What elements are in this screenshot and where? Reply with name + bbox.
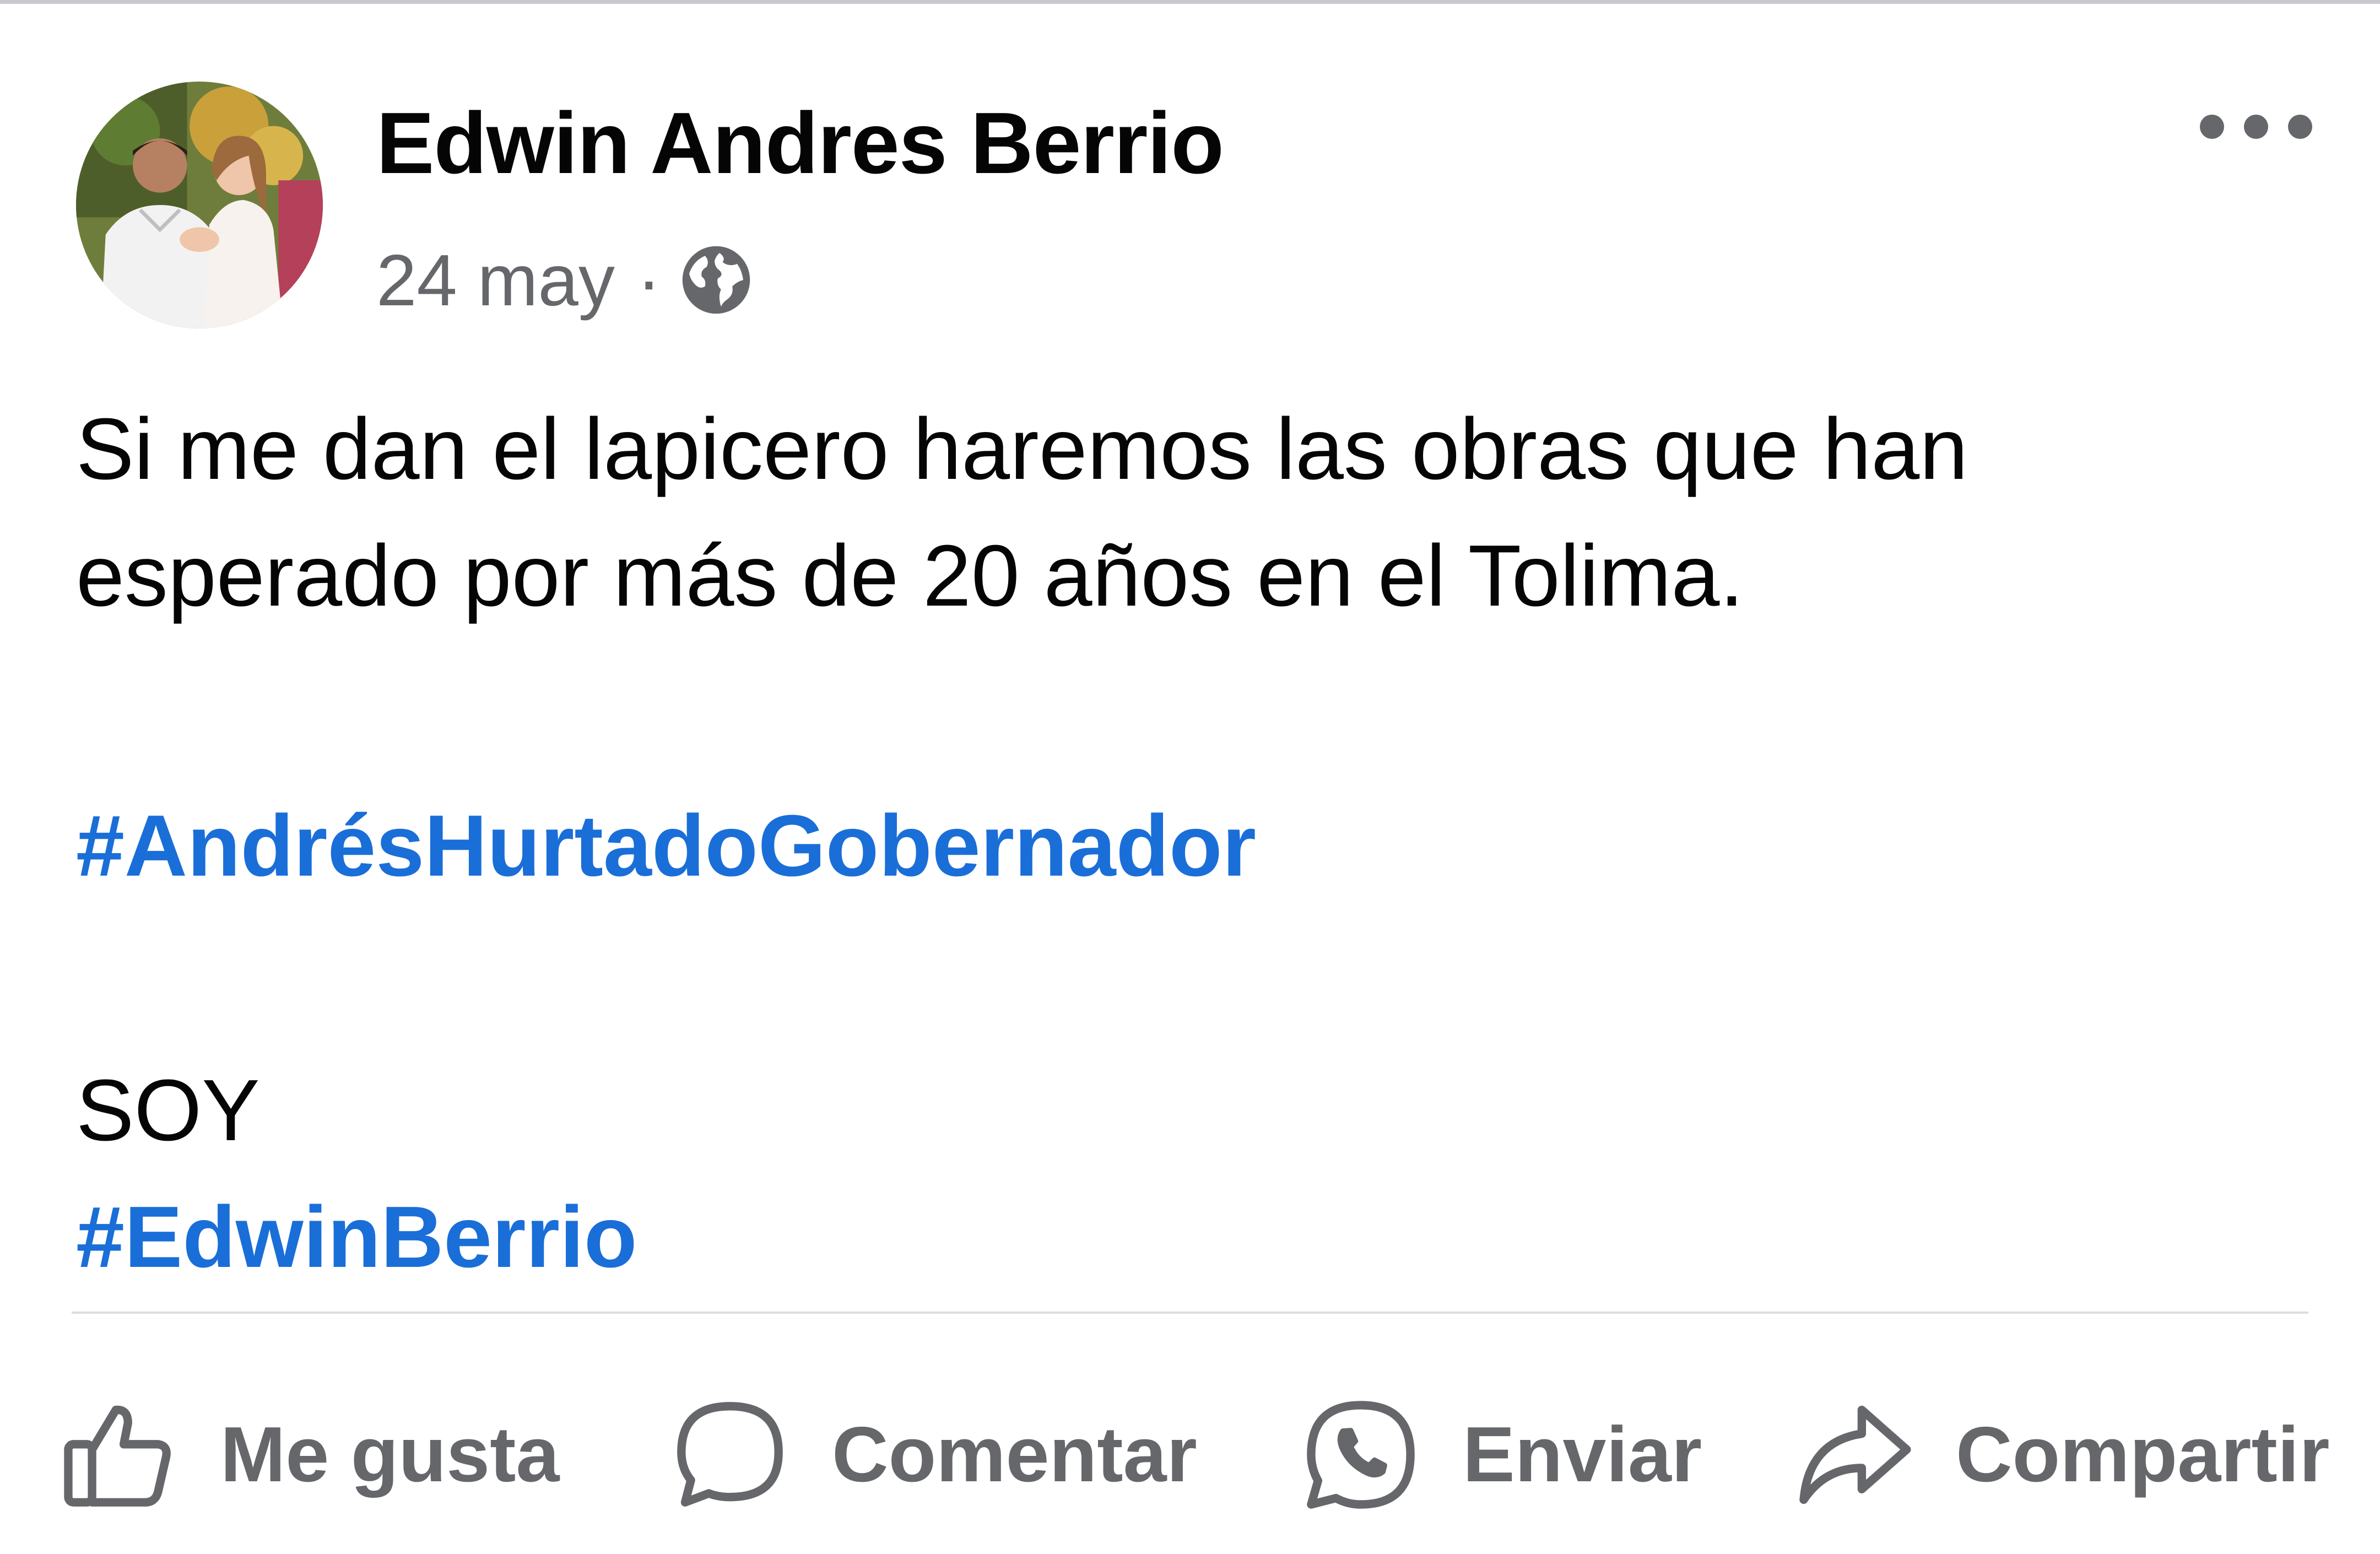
comment-button[interactable]: Comentar (667, 1378, 1197, 1532)
actions-divider (72, 1312, 2308, 1314)
post-text-line: Si me dan el lapicero haremos las obras … (76, 401, 1968, 498)
whatsapp-icon (1297, 1391, 1424, 1518)
send-label: Enviar (1463, 1411, 1702, 1498)
meta-separator: · (636, 239, 661, 321)
soy-text: SOY (76, 1062, 260, 1159)
post-text: Si me dan el lapicero haremos las obras … (76, 386, 2280, 1301)
hashtag-link[interactable]: #AndrésHurtadoGobernador (76, 797, 1256, 894)
post-text-line: esperado por más de 20 años en el Tolima… (76, 527, 1744, 624)
more-options-button[interactable] (2187, 94, 2325, 160)
share-arrow-icon (1791, 1391, 1917, 1518)
author-name[interactable]: Edwin Andres Berrio (376, 88, 1224, 198)
post-meta: 24 may · (376, 225, 755, 335)
author-avatar[interactable] (76, 82, 323, 328)
comment-label: Comentar (832, 1411, 1197, 1498)
hashtag-link[interactable]: #EdwinBerrio (76, 1189, 637, 1286)
top-border (0, 0, 2380, 4)
like-label: Me gusta (220, 1411, 560, 1498)
thumbs-up-icon (55, 1391, 182, 1518)
like-button[interactable]: Me gusta (55, 1378, 559, 1532)
share-button[interactable]: Compartir (1791, 1378, 2330, 1532)
globe-icon[interactable] (678, 241, 755, 319)
share-label: Compartir (1956, 1411, 2330, 1498)
send-whatsapp-button[interactable]: Enviar (1297, 1378, 1702, 1532)
post-date[interactable]: 24 may (376, 239, 615, 322)
more-horizontal-icon (2200, 115, 2312, 139)
post-actions: Me gusta Comentar Enviar Compartir (0, 1378, 2380, 1532)
comment-bubble-icon (667, 1391, 793, 1518)
